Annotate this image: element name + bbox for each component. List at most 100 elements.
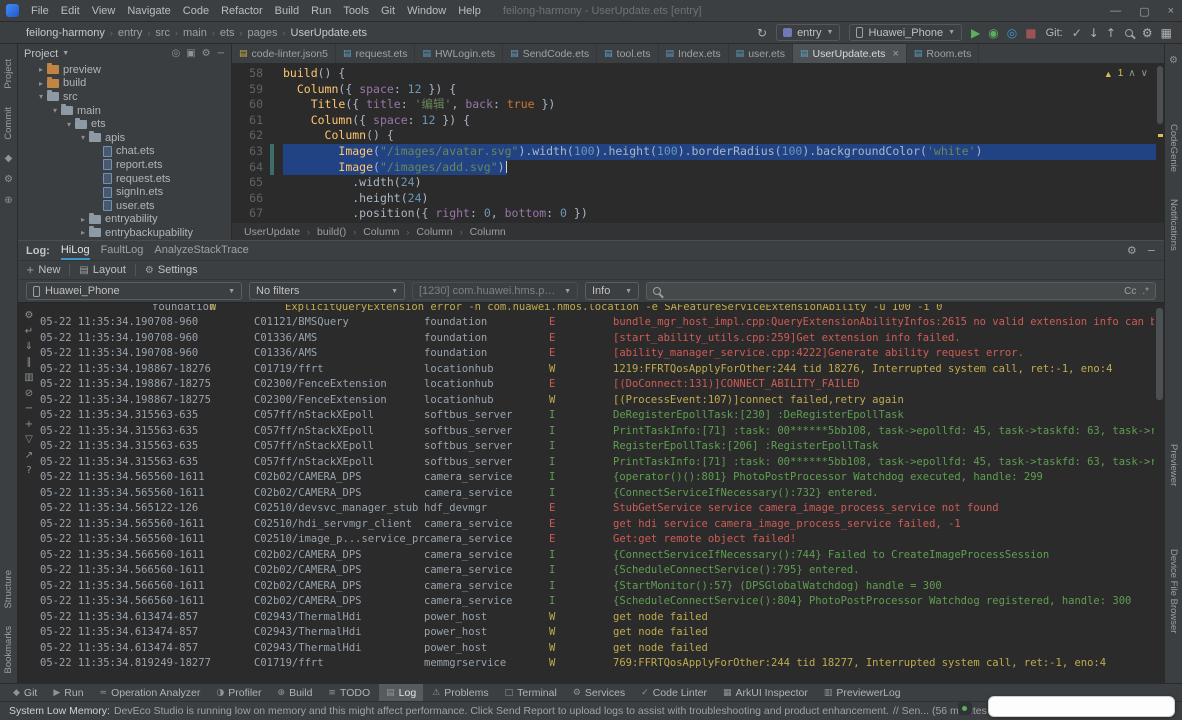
help-icon[interactable]: ? bbox=[26, 465, 31, 476]
filter-icon[interactable]: ▽ bbox=[25, 434, 33, 445]
editor-breadcrumb-item[interactable]: UserUpdate bbox=[244, 226, 300, 238]
log-row[interactable]: 05-22 11:35:34.190708-960C01336/AMSfound… bbox=[40, 331, 1154, 347]
log-row[interactable]: 05-22 11:35:34.315563-635C057ff/nStackXE… bbox=[40, 408, 1154, 424]
tab-Room.ets[interactable]: ▤Room.ets bbox=[907, 44, 979, 63]
tool-button-previewer[interactable]: Previewer bbox=[1168, 444, 1179, 486]
log-row[interactable]: 05-22 11:35:34.565560-1611C02b02/CAMERA_… bbox=[40, 470, 1154, 486]
log-action-layout[interactable]: ▤Layout bbox=[79, 264, 125, 276]
close-icon[interactable]: × bbox=[892, 48, 898, 60]
build-icon[interactable]: ⊕ bbox=[4, 195, 12, 206]
breadcrumb-item[interactable]: main bbox=[183, 27, 207, 39]
tool-button-git[interactable]: ◆Git bbox=[6, 684, 44, 701]
log-scrollbar-thumb[interactable] bbox=[1156, 308, 1163, 400]
editor-breadcrumb-item[interactable]: Column bbox=[470, 226, 506, 238]
project-panel-title[interactable]: Project bbox=[24, 48, 58, 60]
code-area[interactable]: 58build() {59 Column({ space: 12 }) {60 … bbox=[232, 64, 1156, 222]
tree-item-entrybackupability[interactable]: ▸entrybackupability bbox=[18, 226, 231, 240]
menu-build[interactable]: Build bbox=[269, 5, 305, 17]
regex-icon[interactable]: .* bbox=[1142, 286, 1149, 297]
settings-icon[interactable]: ⚙ bbox=[25, 310, 34, 321]
log-tab-hilog[interactable]: HiLog bbox=[61, 241, 90, 260]
module-selector[interactable]: entry ▼ bbox=[776, 24, 840, 41]
menu-git[interactable]: Git bbox=[375, 5, 401, 17]
log-action-new[interactable]: +New bbox=[26, 264, 60, 276]
soft-wrap-icon[interactable]: ↵ bbox=[25, 326, 33, 337]
code-line[interactable]: 61 Column({ space: 12 }) { bbox=[232, 113, 1156, 129]
tree-item-src[interactable]: ▾src bbox=[18, 90, 231, 104]
breadcrumb-item[interactable]: entry bbox=[118, 27, 142, 39]
code-line[interactable]: 67 .position({ right: 0, bottom: 0 }) bbox=[232, 206, 1156, 222]
log-row[interactable]: 05-22 11:35:34.565560-1611C02510/image_p… bbox=[40, 532, 1154, 548]
device-selector[interactable]: Huawei_Phone ▼ bbox=[849, 24, 962, 41]
code-line[interactable]: 63 Image("/images/avatar.svg").width(100… bbox=[232, 144, 1156, 160]
update-project-icon[interactable]: ↓ bbox=[1089, 27, 1099, 39]
collapse-icon[interactable]: − bbox=[25, 403, 33, 414]
log-filter-selector[interactable]: No filters ▼ bbox=[249, 282, 405, 300]
pull-requests-icon[interactable]: ◆ bbox=[5, 153, 13, 164]
tree-item-build[interactable]: ▸build bbox=[18, 77, 231, 91]
menu-tools[interactable]: Tools bbox=[337, 5, 375, 17]
log-row[interactable]: 05-22 11:35:34.315563-635C057ff/nStackXE… bbox=[40, 455, 1154, 471]
commit-check-icon[interactable]: ✓ bbox=[1072, 27, 1082, 39]
breadcrumb-item[interactable]: ets bbox=[220, 27, 235, 39]
log-tab-analyzestacktrace[interactable]: AnalyzeStackTrace bbox=[154, 241, 248, 260]
tree-item-entryability[interactable]: ▸entryability bbox=[18, 213, 231, 227]
push-icon[interactable]: ↑ bbox=[1106, 27, 1116, 39]
next-warning-icon[interactable]: ∨ bbox=[1141, 68, 1148, 79]
tool-button-run[interactable]: ▶Run bbox=[46, 684, 90, 701]
log-row[interactable]: 05-22 11:35:34.565560-1611C02b02/CAMERA_… bbox=[40, 486, 1154, 502]
log-row[interactable]: 05-22 11:35:34.819249-18277C01719/ffrtme… bbox=[40, 656, 1154, 672]
tool-button-problems[interactable]: ⚠Problems bbox=[425, 684, 495, 701]
log-row[interactable]: 05-22 11:35:34.565122-126C02510/devsvc_m… bbox=[40, 501, 1154, 517]
log-row[interactable]: 05-22 11:35:34.566560-1611C02b02/CAMERA_… bbox=[40, 563, 1154, 579]
tool-button-project[interactable]: Project bbox=[3, 59, 14, 89]
tool-button-codegenie[interactable]: CodeGenie bbox=[1168, 124, 1179, 172]
chevron-icon[interactable]: ▾ bbox=[78, 133, 88, 142]
breadcrumb-item[interactable]: UserUpdate.ets bbox=[291, 27, 367, 39]
log-row[interactable]: 05-22 11:35:34.566560-1611C02b02/CAMERA_… bbox=[40, 579, 1154, 595]
menu-code[interactable]: Code bbox=[177, 5, 215, 17]
log-rows[interactable]: foundationWExplicitQueryExtension error … bbox=[40, 304, 1154, 683]
log-level-selector[interactable]: Info ▼ bbox=[585, 282, 639, 300]
chevron-icon[interactable]: ▸ bbox=[36, 79, 46, 88]
menu-navigate[interactable]: Navigate bbox=[121, 5, 176, 17]
log-row[interactable]: 05-22 11:35:34.190708-960C01121/BMSQuery… bbox=[40, 315, 1154, 331]
chevron-icon[interactable]: ▸ bbox=[78, 228, 88, 237]
menu-run[interactable]: Run bbox=[305, 5, 337, 17]
services-icon[interactable]: ⚙ bbox=[4, 174, 13, 185]
log-row[interactable]: 05-22 11:35:34.198867-18275C02300/FenceE… bbox=[40, 393, 1154, 409]
settings-icon[interactable]: ⚙ bbox=[202, 48, 211, 59]
code-line[interactable]: 64 Image("/images/add.svg") bbox=[232, 160, 1156, 176]
code-line[interactable]: 60 Title({ title: '编辑', back: true }) bbox=[232, 97, 1156, 113]
tool-button-profiler[interactable]: ◑Profiler bbox=[209, 684, 268, 701]
log-search-input[interactable] bbox=[667, 285, 1118, 297]
sync-icon[interactable]: ↻ bbox=[757, 27, 767, 39]
inspection-widget[interactable]: ▲ 1 ∧ ∨ bbox=[1104, 68, 1148, 79]
editor-breadcrumb-item[interactable]: Column bbox=[416, 226, 452, 238]
menu-file[interactable]: File bbox=[25, 5, 55, 17]
log-device-selector[interactable]: Huawei_Phone ▼ bbox=[26, 282, 242, 300]
chevron-icon[interactable]: ▾ bbox=[50, 106, 60, 115]
tab-request.ets[interactable]: ▤request.ets bbox=[336, 44, 415, 63]
log-row[interactable]: 05-22 11:35:34.566560-1611C02b02/CAMERA_… bbox=[40, 548, 1154, 564]
log-row[interactable]: 05-22 11:35:34.613474-857C02943/ThermalH… bbox=[40, 625, 1154, 641]
menu-edit[interactable]: Edit bbox=[55, 5, 86, 17]
tool-button-services[interactable]: ⚙Services bbox=[566, 684, 632, 701]
breadcrumb-item[interactable]: feilong-harmony bbox=[26, 27, 105, 39]
tree-item-apis[interactable]: ▾apis bbox=[18, 131, 231, 145]
editor-breadcrumb-item[interactable]: build() bbox=[317, 226, 346, 238]
code-line[interactable]: 62 Column() { bbox=[232, 128, 1156, 144]
tab-Index.ets[interactable]: ▤Index.ets bbox=[659, 44, 729, 63]
tool-button-commit[interactable]: Commit bbox=[3, 107, 14, 140]
status-widget-icon[interactable] bbox=[958, 702, 972, 715]
tab-HWLogin.ets[interactable]: ▤HWLogin.ets bbox=[415, 44, 503, 63]
code-line[interactable]: 66 .height(24) bbox=[232, 191, 1156, 207]
log-row[interactable]: 05-22 11:35:34.565560-1611C02510/hdi_ser… bbox=[40, 517, 1154, 533]
code-line[interactable]: 59 Column({ space: 12 }) { bbox=[232, 82, 1156, 98]
log-row[interactable]: 05-22 11:35:34.315563-635C057ff/nStackXE… bbox=[40, 424, 1154, 440]
tree-item-user.ets[interactable]: user.ets bbox=[18, 199, 231, 213]
export-icon[interactable]: ↗ bbox=[25, 450, 33, 461]
hide-icon[interactable]: − bbox=[217, 48, 225, 59]
log-row[interactable]: 05-22 11:35:34.315563-635C057ff/nStackXE… bbox=[40, 439, 1154, 455]
tool-button-terminal[interactable]: □Terminal bbox=[498, 684, 564, 701]
